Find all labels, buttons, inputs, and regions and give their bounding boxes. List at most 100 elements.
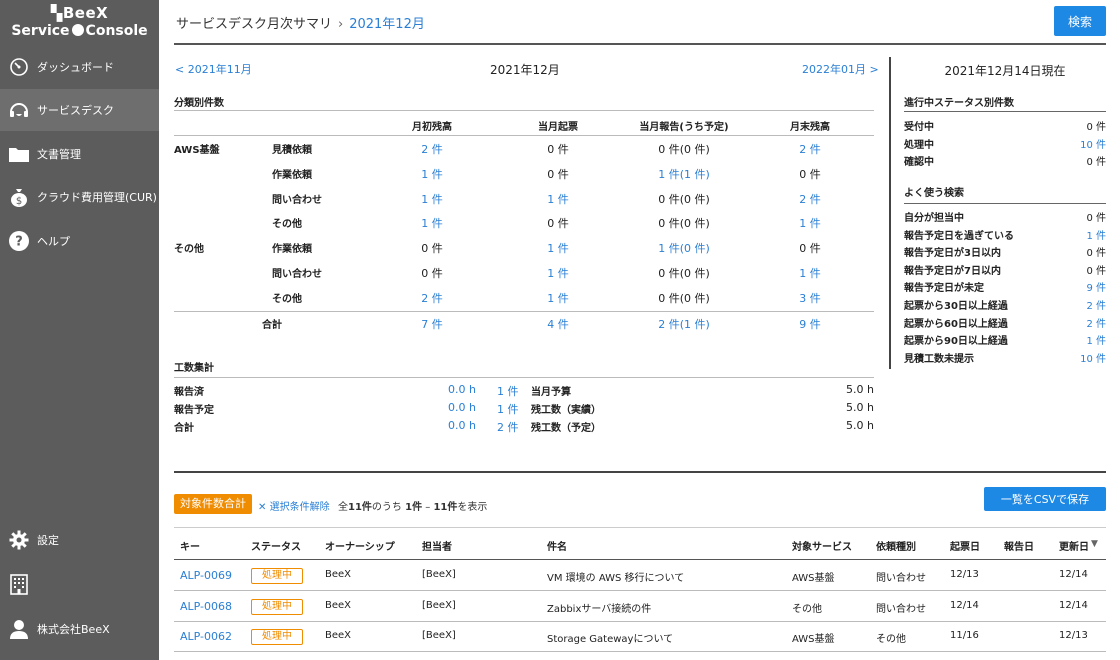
breadcrumb-parent[interactable]: サービスデスク月次サマリ (176, 17, 332, 32)
category-group-label: その他 (174, 244, 204, 256)
category-count-cell[interactable]: 2 件 (799, 141, 821, 157)
total-opening[interactable]: 7 件 (421, 316, 443, 332)
prev-month-link[interactable]: < 2021年11月 (175, 61, 252, 77)
as-of-date: 2021年12月14日現在 (944, 64, 1066, 78)
search-button[interactable]: 検索 (1054, 6, 1106, 36)
category-type-label: その他 (272, 219, 302, 231)
sort-desc-icon[interactable]: ▼ (1091, 539, 1098, 549)
panel-row-label: 確認中 (904, 157, 934, 168)
sidebar-item-service-desk[interactable]: サービスデスク (0, 89, 159, 131)
column-header[interactable]: ステータス (251, 538, 301, 553)
panel-row[interactable]: 起票から30日以上経過 2 件 (904, 297, 1106, 314)
category-count-cell[interactable]: 2 件 (421, 290, 443, 306)
panel-row[interactable]: 処理中 10 件 (904, 136, 1106, 153)
column-header[interactable]: キー (180, 538, 200, 553)
sidebar-item-documents[interactable]: 文書管理 (0, 133, 159, 175)
category-count-cell[interactable]: 1 件 (421, 215, 443, 231)
category-count-cell: 0 件 (421, 267, 443, 280)
effort-hours[interactable]: 0.0 h (448, 419, 476, 432)
category-count-cell[interactable]: 1 件 (547, 290, 569, 306)
sidebar-item-organization[interactable] (0, 563, 159, 605)
panel-row-value: 0 件 (1086, 248, 1106, 260)
column-header[interactable]: 依頼種別 (876, 538, 916, 553)
category-count-cell[interactable]: 1 件 (547, 240, 569, 256)
column-header[interactable]: 更新日 (1059, 538, 1089, 553)
panel-row[interactable]: 起票から90日以上経過 1 件 (904, 332, 1106, 349)
category-count-cell[interactable]: 1 件 (547, 265, 569, 281)
panel-row-value[interactable]: 1 件 (1086, 332, 1106, 347)
clear-selection-link[interactable]: ✕ 選択条件解除 (258, 498, 330, 513)
category-count-cell[interactable]: 1 件(1 件) (658, 166, 710, 182)
frequent-search-title: よく使う検索 (904, 188, 964, 199)
category-section-title: 分類別件数 (174, 98, 224, 109)
panel-row-value[interactable]: 2 件 (1086, 315, 1106, 330)
category-count-cell[interactable]: 2 件 (799, 191, 821, 207)
category-count-cell[interactable]: 1 件(0 件) (658, 240, 710, 256)
divider (174, 110, 874, 111)
app-logo[interactable]: ▚BeeX Service Console (0, 0, 159, 46)
total-new[interactable]: 4 件 (547, 316, 569, 332)
export-csv-button[interactable]: 一覧をCSVで保存 (984, 487, 1106, 511)
panel-row-value[interactable]: 10 件 (1080, 350, 1106, 365)
panel-row[interactable]: 報告予定日を過ぎている 1 件 (904, 227, 1106, 244)
sidebar-item-account[interactable]: 株式会社BeeX (0, 608, 159, 650)
total-reported[interactable]: 2 件(1 件) (658, 316, 710, 332)
category-type-label: 作業依頼 (272, 244, 312, 256)
effort-budget-value: 5.0 h (846, 383, 874, 396)
panel-divider (889, 57, 891, 369)
effort-hours[interactable]: 0.0 h (448, 383, 476, 396)
sidebar-item-help[interactable]: ? ヘルプ (0, 220, 159, 262)
category-count-cell[interactable]: 1 件 (421, 166, 443, 182)
ticket-cell-assignee: [BeeX] (422, 599, 456, 611)
category-count-cell[interactable]: 1 件 (799, 265, 821, 281)
panel-row-value: 0 件 (1086, 213, 1106, 224)
column-header[interactable]: 対象サービス (792, 538, 852, 553)
page-header: サービスデスク月次サマリ › 2021年12月 検索 (174, 0, 1106, 45)
sidebar-item-settings[interactable]: 設定 (0, 519, 159, 561)
column-header[interactable]: オーナーシップ (325, 538, 395, 553)
effort-label: 合計 (174, 423, 194, 434)
column-header[interactable]: 件名 (547, 538, 567, 553)
panel-row[interactable]: 起票から60日以上経過 2 件 (904, 315, 1106, 332)
next-month-link[interactable]: 2022年01月 > (802, 61, 879, 77)
panel-row-value[interactable]: 10 件 (1080, 136, 1106, 151)
panel-row[interactable]: 報告予定日が未定 9 件 (904, 279, 1106, 296)
category-count-cell[interactable]: 1 件 (799, 215, 821, 231)
category-count-cell[interactable]: 2 件 (421, 141, 443, 157)
category-count-cell[interactable]: 1 件 (547, 191, 569, 207)
ticket-cell-created: 11/16 (950, 630, 979, 641)
ticket-key-link[interactable]: ALP-0069 (180, 569, 232, 582)
column-header[interactable]: 担当者 (422, 538, 452, 553)
effort-count[interactable]: 1 件 (497, 401, 519, 417)
effort-budget-label: 当月予算 (531, 387, 571, 398)
category-count-cell: 0 件 (547, 217, 569, 231)
panel-row-value[interactable]: 9 件 (1086, 279, 1106, 294)
column-header[interactable]: 起票日 (950, 538, 980, 553)
ticket-cell-assignee: [BeeX] (422, 630, 456, 641)
sidebar-item-cloud-cost[interactable]: $ クラウド費用管理(CUR) (0, 176, 159, 218)
effort-count[interactable]: 1 件 (497, 383, 519, 399)
panel-row-label: 起票から30日以上経過 (904, 301, 1008, 312)
effort-budget-value: 5.0 h (846, 401, 874, 414)
panel-row[interactable]: 見積工数未提示 10 件 (904, 350, 1106, 367)
category-count-cell[interactable]: 3 件 (799, 290, 821, 306)
total-count-badge[interactable]: 対象件数合計 (174, 494, 252, 514)
row-divider (174, 651, 1106, 652)
total-closing[interactable]: 9 件 (799, 316, 821, 332)
category-count-cell: 0 件(0 件) (658, 291, 710, 305)
result-count: 全11件のうち 1件 – 11件を表示 (338, 502, 488, 513)
panel-row-label: 受付中 (904, 122, 934, 133)
logo-bee-mark: ▚ (50, 4, 63, 22)
ticket-key-link[interactable]: ALP-0062 (180, 630, 232, 643)
panel-row-value[interactable]: 1 件 (1086, 227, 1106, 242)
panel-row-label: 報告予定日が未定 (904, 283, 984, 295)
ticket-cell-type: その他 (876, 634, 906, 645)
category-count-cell[interactable]: 1 件 (421, 191, 443, 207)
category-count-cell: 0 件 (547, 143, 569, 156)
sidebar-item-dashboard[interactable]: ダッシュボード (0, 46, 159, 88)
column-header[interactable]: 報告日 (1004, 538, 1034, 553)
panel-row-value[interactable]: 2 件 (1086, 297, 1106, 312)
ticket-key-link[interactable]: ALP-0068 (180, 600, 232, 613)
effort-hours[interactable]: 0.0 h (448, 401, 476, 414)
effort-count[interactable]: 2 件 (497, 419, 519, 435)
